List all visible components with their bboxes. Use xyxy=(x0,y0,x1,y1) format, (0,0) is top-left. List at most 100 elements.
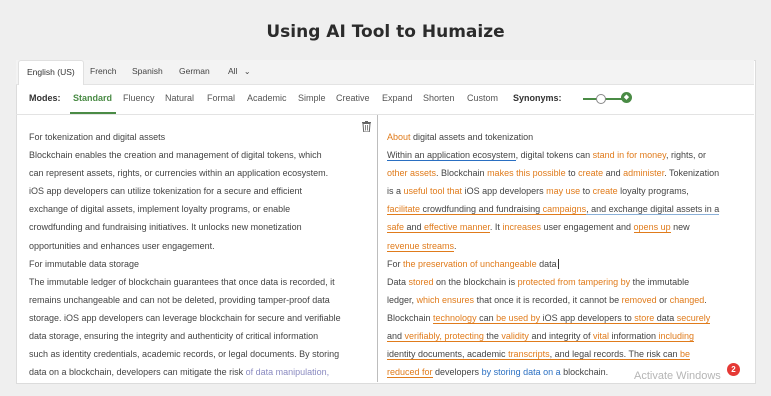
output-line: About digital assets and tokenization xyxy=(387,128,742,146)
tab-french[interactable]: French xyxy=(82,60,124,82)
structural-change[interactable]: by storing data on a xyxy=(482,367,561,377)
output-fragment: , and legal records. The risk can xyxy=(549,349,680,361)
changed-word[interactable]: verifiably, protecting xyxy=(404,331,484,343)
mode-creative[interactable]: Creative xyxy=(336,93,370,103)
mode-fluency[interactable]: Fluency xyxy=(123,93,155,103)
changed-word[interactable]: changed xyxy=(670,295,705,305)
changed-word[interactable]: administer xyxy=(623,168,664,178)
synonyms-label: Synonyms: xyxy=(513,93,562,103)
changed-word[interactable]: which ensures xyxy=(417,295,475,305)
synonyms-slider-handle[interactable] xyxy=(596,94,606,104)
tab-english[interactable]: English (US) xyxy=(18,60,84,85)
changed-word[interactable]: About xyxy=(387,132,411,142)
mode-expand[interactable]: Expand xyxy=(382,93,413,103)
output-fragment: . Blockchain xyxy=(436,168,488,179)
input-line: exchange of digital assets, implement lo… xyxy=(29,204,291,215)
output-line: For the preservation of unchangeable dat… xyxy=(387,255,742,273)
changed-word[interactable]: effective manner xyxy=(424,222,490,234)
mode-standard[interactable]: Standard xyxy=(73,93,112,103)
changed-word[interactable]: transcripts xyxy=(508,349,550,361)
changed-word[interactable]: create xyxy=(593,186,618,196)
mode-natural[interactable]: Natural xyxy=(165,93,194,103)
mode-formal[interactable]: Formal xyxy=(207,93,235,103)
output-fragment: , digital tokens can xyxy=(515,150,593,161)
output-text-area[interactable]: About digital assets and tokenization Wi… xyxy=(387,128,742,381)
output-fragment: . xyxy=(454,240,457,251)
mode-custom[interactable]: Custom xyxy=(467,93,498,103)
output-fragment: identity documents, academic xyxy=(387,349,509,361)
activation-watermark: Activate Windows xyxy=(634,370,721,382)
output-fragment: developers xyxy=(432,367,482,378)
changed-word[interactable]: including xyxy=(658,331,695,343)
changed-word[interactable]: technology xyxy=(433,312,477,324)
output-fragment: Data xyxy=(387,276,409,287)
changed-word[interactable]: reduced for xyxy=(387,367,433,379)
text-cursor xyxy=(557,258,559,269)
mode-academic[interactable]: Academic xyxy=(247,93,287,103)
changed-word[interactable]: store xyxy=(634,312,655,324)
output-fragment: Blockchain xyxy=(387,312,434,323)
input-line: opportunities and enhances user engageme… xyxy=(29,240,215,251)
tab-spanish[interactable]: Spanish xyxy=(124,60,171,82)
output-fragment: , and exchange digital assets in a xyxy=(586,204,720,216)
changed-word[interactable]: be xyxy=(679,349,690,361)
structural-change[interactable]: Within an application ecosystem xyxy=(387,150,516,162)
output-fragment: can xyxy=(476,312,497,324)
input-line: data storage, ensuring the integrity and… xyxy=(29,331,319,342)
changed-word[interactable]: validity xyxy=(501,331,529,343)
changed-word[interactable]: for money xyxy=(627,150,666,160)
output-fragment: data xyxy=(536,258,557,269)
input-line: data on a blockchain, developers can mit… xyxy=(29,363,369,381)
output-fragment: . Tokenization xyxy=(664,168,720,179)
changed-word[interactable]: may use xyxy=(546,186,580,196)
changed-word[interactable]: stored xyxy=(409,277,434,287)
panel-divider[interactable] xyxy=(377,115,378,382)
output-fragment: and xyxy=(603,168,624,179)
changed-word[interactable]: revenue streams xyxy=(387,240,455,252)
input-fragment: data on a blockchain, developers can mit… xyxy=(29,367,246,378)
output-line: ledger, which ensures that once it is re… xyxy=(387,291,742,309)
mode-shorten[interactable]: Shorten xyxy=(423,93,455,103)
output-line: facilitate crowdfunding and fundraising … xyxy=(387,200,742,218)
changed-word[interactable]: opens up xyxy=(633,222,671,234)
output-fragment: the xyxy=(483,331,502,343)
notification-badge[interactable]: 2 xyxy=(727,363,740,376)
output-fragment: new xyxy=(670,222,690,233)
output-line: and verifiably, protecting the validity … xyxy=(387,327,742,345)
output-fragment: . xyxy=(704,294,707,305)
changed-word[interactable]: campaigns xyxy=(542,204,587,216)
input-line: crowdfunding and fundraising initiatives… xyxy=(29,222,302,233)
changed-word[interactable]: stand in xyxy=(593,150,625,160)
changed-word[interactable]: useful tool that xyxy=(404,186,463,196)
changed-word[interactable]: the preservation of unchangeable xyxy=(403,259,537,269)
changed-word[interactable]: makes this possible xyxy=(487,168,566,178)
changed-word[interactable]: other assets xyxy=(387,168,436,178)
changed-word[interactable]: facilitate xyxy=(387,204,421,216)
changed-word[interactable]: increases xyxy=(502,222,541,232)
active-mode-indicator xyxy=(70,112,116,114)
changed-word[interactable]: vital xyxy=(592,331,609,343)
output-fragment: iOS app developers to xyxy=(540,312,635,324)
output-fragment: user engagement and xyxy=(540,222,634,233)
changed-word[interactable]: removed xyxy=(622,295,657,305)
changed-word[interactable]: be used by xyxy=(496,312,541,324)
tab-all[interactable]: All ⌄ xyxy=(220,60,259,82)
output-line: identity documents, academic transcripts… xyxy=(387,345,742,363)
tab-german[interactable]: German xyxy=(171,60,218,82)
input-line: Blockchain enables the creation and mana… xyxy=(29,150,322,161)
output-line: safe and effective manner. It increases … xyxy=(387,218,742,236)
input-text-area[interactable]: For tokenization and digital assets Bloc… xyxy=(29,128,369,381)
changed-word[interactable]: create xyxy=(578,168,603,178)
output-fragment: . It xyxy=(489,222,503,233)
output-fragment: to xyxy=(565,168,579,179)
output-fragment: the immutable xyxy=(630,276,690,287)
input-line: For immutable data storage xyxy=(29,258,140,269)
diamond-icon[interactable]: ◆ xyxy=(621,92,632,103)
mode-simple[interactable]: Simple xyxy=(298,93,326,103)
output-fragment: crowdfunding and fundraising xyxy=(420,204,543,216)
changed-word[interactable]: securely xyxy=(676,312,711,324)
changed-word[interactable]: safe xyxy=(387,222,405,234)
output-fragment: and xyxy=(404,222,425,234)
output-line: Blockchain technology can be used by iOS… xyxy=(387,309,742,327)
changed-word[interactable]: protected from tampering by xyxy=(518,277,631,287)
